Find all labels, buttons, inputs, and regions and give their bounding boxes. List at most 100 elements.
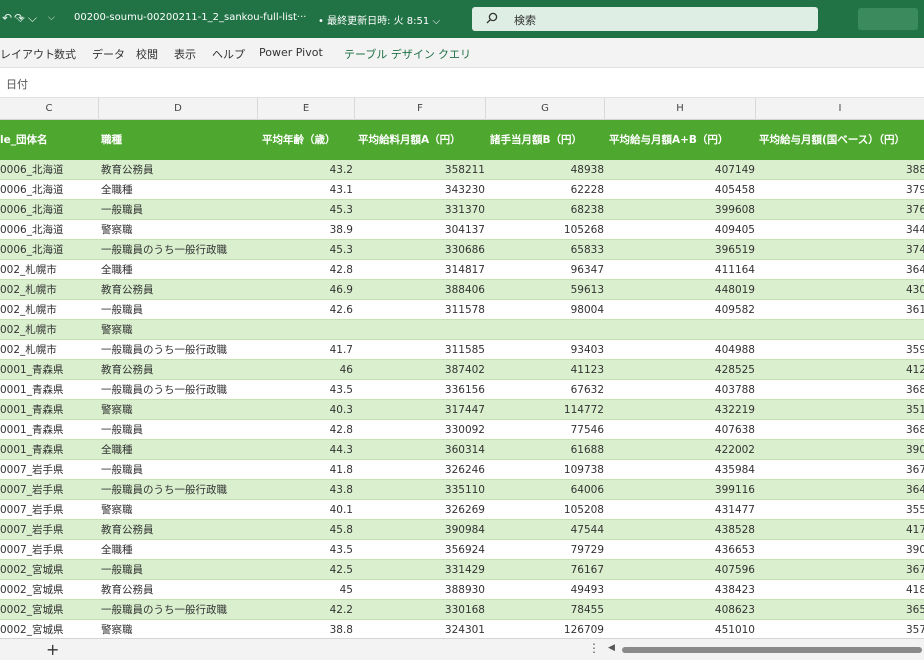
cell-allowance-b[interactable]: 96347: [487, 260, 604, 280]
redo-icon[interactable]: ↷ ⌵: [14, 11, 37, 26]
cell-average-salary-a[interactable]: 358211: [354, 160, 485, 180]
more-options-icon[interactable]: ⋮: [588, 641, 600, 655]
cell-average-pay-national[interactable]: 344: [756, 220, 924, 240]
cell-average-age[interactable]: 43.5: [258, 380, 353, 400]
cell-job-type[interactable]: 教育公務員: [101, 280, 257, 300]
tab-query[interactable]: クエリ: [438, 46, 471, 62]
cell-job-type[interactable]: 警察職: [101, 320, 257, 340]
cell-allowance-b[interactable]: 64006: [487, 480, 604, 500]
cell-average-salary-a[interactable]: 360314: [354, 440, 485, 460]
cell-average-pay-national[interactable]: 379: [756, 180, 924, 200]
cell-group-name[interactable]: 002_札幌市: [0, 280, 97, 300]
cell-allowance-b[interactable]: 49493: [487, 580, 604, 600]
cell-allowance-b[interactable]: 98004: [487, 300, 604, 320]
scroll-left-icon[interactable]: ◀: [608, 643, 615, 653]
cell-average-age[interactable]: 40.3: [258, 400, 353, 420]
cell-average-salary-a[interactable]: 387402: [354, 360, 485, 380]
cell-average-pay-ab[interactable]: 408623: [605, 600, 755, 620]
cell-allowance-b[interactable]: 47544: [487, 520, 604, 540]
search-box[interactable]: 検索: [472, 7, 818, 31]
cell-allowance-b[interactable]: 62228: [487, 180, 604, 200]
cell-group-name[interactable]: 0006_北海道: [0, 220, 97, 240]
cell-group-name[interactable]: 002_札幌市: [0, 320, 97, 340]
cell-average-pay-national[interactable]: 364: [756, 260, 924, 280]
cell-average-age[interactable]: 46.9: [258, 280, 353, 300]
account-area[interactable]: [858, 8, 918, 30]
cell-group-name[interactable]: 0007_岩手県: [0, 540, 97, 560]
cell-average-age[interactable]: [258, 320, 353, 340]
tab-data[interactable]: データ: [92, 46, 125, 62]
cell-job-type[interactable]: 警察職: [101, 620, 257, 638]
cell-average-salary-a[interactable]: 317447: [354, 400, 485, 420]
cell-job-type[interactable]: 一般職員のうち一般行政職: [101, 600, 257, 620]
cell-average-pay-national[interactable]: 390: [756, 440, 924, 460]
cell-group-name[interactable]: 0002_宮城県: [0, 600, 97, 620]
cell-average-pay-ab[interactable]: 403788: [605, 380, 755, 400]
cell-allowance-b[interactable]: 68238: [487, 200, 604, 220]
cell-average-pay-national[interactable]: 417: [756, 520, 924, 540]
cell-average-salary-a[interactable]: 331370: [354, 200, 485, 220]
header-group-name[interactable]: le_団体名: [0, 120, 97, 160]
cell-average-age[interactable]: 42.8: [258, 420, 353, 440]
cell-average-age[interactable]: 42.2: [258, 600, 353, 620]
cell-average-age[interactable]: 45: [258, 580, 353, 600]
cell-average-salary-a[interactable]: 330092: [354, 420, 485, 440]
horizontal-scrollbar[interactable]: [622, 647, 922, 653]
cell-job-type[interactable]: 全職種: [101, 260, 257, 280]
cell-average-pay-national[interactable]: 364: [756, 480, 924, 500]
cell-average-pay-national[interactable]: 367: [756, 560, 924, 580]
last-saved-status[interactable]: • 最終更新日時: 火 8:51 ⌵: [318, 12, 440, 27]
cell-average-pay-ab[interactable]: 405458: [605, 180, 755, 200]
cell-job-type[interactable]: 一般職員: [101, 420, 257, 440]
cell-average-pay-national[interactable]: 418: [756, 580, 924, 600]
cell-average-pay-national[interactable]: 374: [756, 240, 924, 260]
header-average-age[interactable]: 平均年齢（歳）: [262, 120, 354, 160]
cell-average-pay-ab[interactable]: 404988: [605, 340, 755, 360]
header-allowance-b[interactable]: 諸手当月額B（円）: [490, 120, 604, 160]
cell-average-age[interactable]: 45.3: [258, 240, 353, 260]
cell-allowance-b[interactable]: 114772: [487, 400, 604, 420]
cell-group-name[interactable]: 0002_宮城県: [0, 580, 97, 600]
cell-average-salary-a[interactable]: 330168: [354, 600, 485, 620]
cell-average-pay-ab[interactable]: 411164: [605, 260, 755, 280]
cell-average-pay-ab[interactable]: 399116: [605, 480, 755, 500]
cell-average-pay-ab[interactable]: 407149: [605, 160, 755, 180]
tab-review[interactable]: 校閲: [136, 46, 158, 62]
cell-job-type[interactable]: 一般職員のうち一般行政職: [101, 480, 257, 500]
cell-average-salary-a[interactable]: 331429: [354, 560, 485, 580]
cell-average-pay-ab[interactable]: 448019: [605, 280, 755, 300]
cell-allowance-b[interactable]: [487, 320, 604, 340]
cell-allowance-b[interactable]: 61688: [487, 440, 604, 460]
cell-average-age[interactable]: 45.3: [258, 200, 353, 220]
cell-average-salary-a[interactable]: 335110: [354, 480, 485, 500]
cell-group-name[interactable]: 0001_青森県: [0, 420, 97, 440]
cell-average-age[interactable]: 46: [258, 360, 353, 380]
cell-job-type[interactable]: 一般職員のうち一般行政職: [101, 340, 257, 360]
column-header-e[interactable]: E: [258, 98, 355, 120]
cell-allowance-b[interactable]: 65833: [487, 240, 604, 260]
cell-group-name[interactable]: 0007_岩手県: [0, 460, 97, 480]
cell-allowance-b[interactable]: 109738: [487, 460, 604, 480]
cell-average-pay-ab[interactable]: 396519: [605, 240, 755, 260]
cell-allowance-b[interactable]: 79729: [487, 540, 604, 560]
file-name[interactable]: 00200-soumu-00200211-1_2_sankou-full-lis…: [74, 12, 306, 23]
cell-average-salary-a[interactable]: 311585: [354, 340, 485, 360]
header-average-pay-national[interactable]: 平均給与月額(国ベース）（円）: [759, 120, 924, 160]
header-average-salary-a[interactable]: 平均給料月額A（円）: [358, 120, 486, 160]
cell-average-salary-a[interactable]: 314817: [354, 260, 485, 280]
cell-average-pay-national[interactable]: 368: [756, 380, 924, 400]
cell-job-type[interactable]: 警察職: [101, 500, 257, 520]
column-header-i[interactable]: I: [756, 98, 924, 120]
cell-average-salary-a[interactable]: 336156: [354, 380, 485, 400]
cell-average-pay-ab[interactable]: 438423: [605, 580, 755, 600]
cell-average-salary-a[interactable]: 390984: [354, 520, 485, 540]
cell-average-age[interactable]: 43.1: [258, 180, 353, 200]
cell-allowance-b[interactable]: 67632: [487, 380, 604, 400]
cell-group-name[interactable]: 002_札幌市: [0, 300, 97, 320]
cell-average-pay-ab[interactable]: 435984: [605, 460, 755, 480]
cell-average-pay-national[interactable]: 361: [756, 300, 924, 320]
cell-average-age[interactable]: 38.9: [258, 220, 353, 240]
cell-average-salary-a[interactable]: 343230: [354, 180, 485, 200]
cell-average-pay-national[interactable]: 351: [756, 400, 924, 420]
cell-allowance-b[interactable]: 77546: [487, 420, 604, 440]
